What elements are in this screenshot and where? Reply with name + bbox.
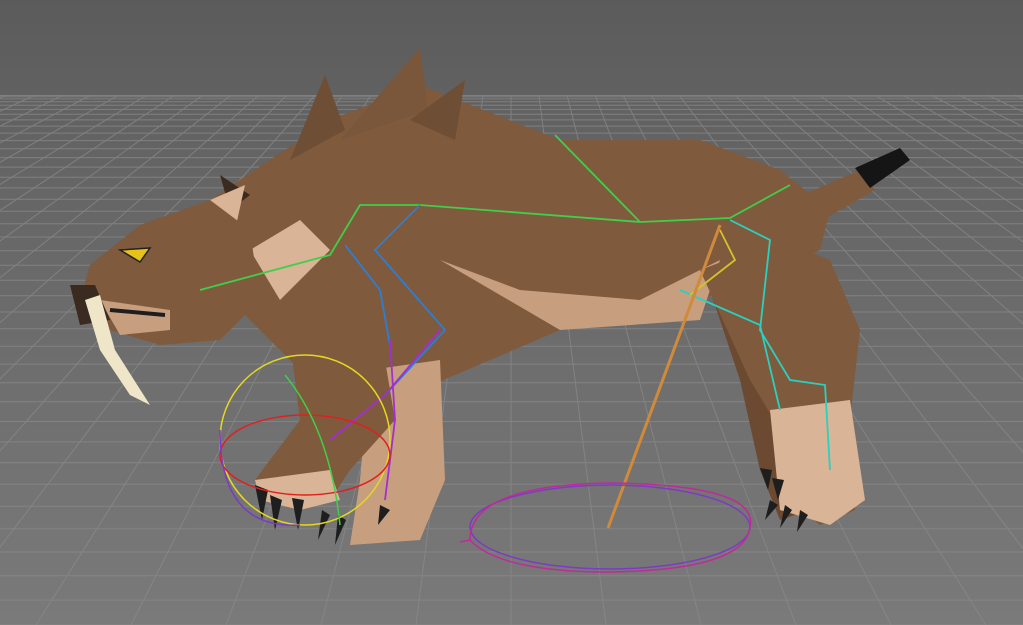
scene <box>0 0 1023 625</box>
3d-viewport[interactable] <box>0 0 1023 625</box>
